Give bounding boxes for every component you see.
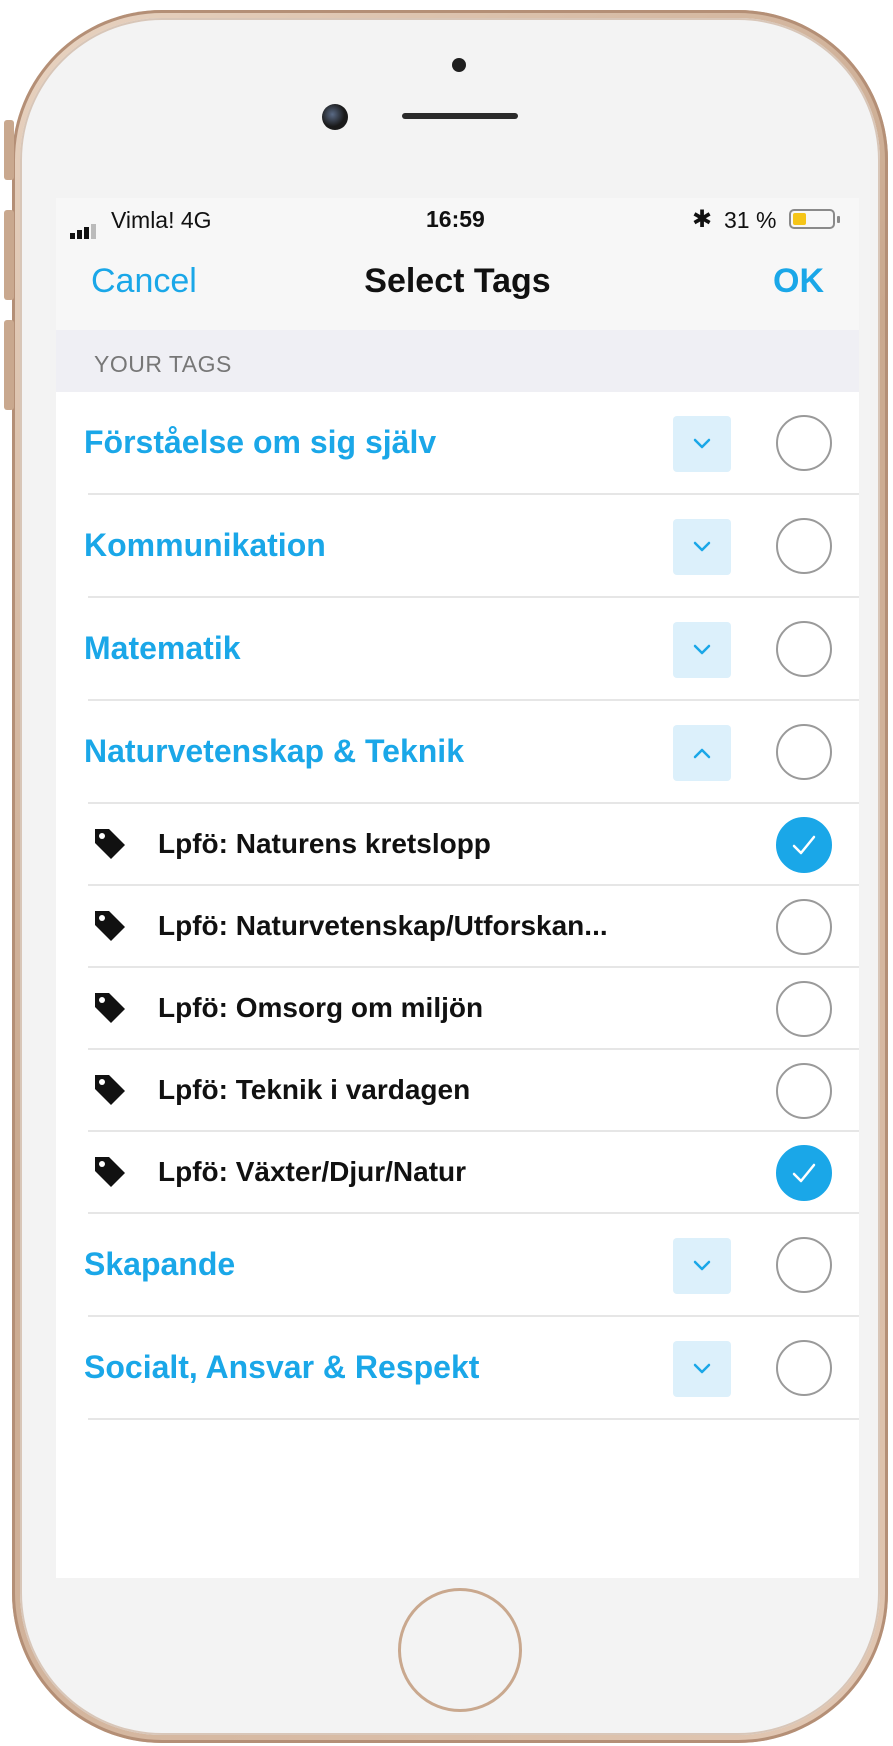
- tag-icon: [95, 993, 125, 1023]
- category-label: Socialt, Ansvar & Respekt: [84, 1349, 480, 1385]
- category-row[interactable]: Förståelse om sig själv: [56, 392, 859, 495]
- ok-button[interactable]: OK: [773, 262, 824, 301]
- section-header: YOUR TAGS: [56, 330, 859, 392]
- cancel-button[interactable]: Cancel: [91, 262, 197, 301]
- tag-icon: [95, 1157, 125, 1187]
- category-row[interactable]: Skapande: [56, 1214, 859, 1317]
- category-label: Naturvetenskap & Teknik: [84, 733, 464, 769]
- home-button[interactable]: [398, 1588, 522, 1712]
- expand-button[interactable]: [673, 519, 731, 575]
- select-checkbox-checked[interactable]: [776, 817, 832, 873]
- subtag-label: Lpfö: Teknik i vardagen: [158, 1074, 471, 1105]
- battery-tip: [837, 216, 840, 223]
- select-checkbox-checked[interactable]: [776, 1145, 832, 1201]
- category-row[interactable]: Matematik: [56, 598, 859, 701]
- subtag-row[interactable]: Lpfö: Teknik i vardagen: [56, 1050, 859, 1132]
- category-row[interactable]: Naturvetenskap & Teknik: [56, 701, 859, 804]
- select-checkbox[interactable]: [776, 724, 832, 780]
- category-row[interactable]: Socialt, Ansvar & Respekt: [56, 1317, 859, 1420]
- subtag-row[interactable]: Lpfö: Naturens kretslopp: [56, 804, 859, 886]
- select-checkbox[interactable]: [776, 415, 832, 471]
- subtag-label: Lpfö: Naturens kretslopp: [158, 828, 491, 859]
- select-checkbox[interactable]: [776, 981, 832, 1037]
- expand-button[interactable]: [673, 622, 731, 678]
- mute-switch: [4, 120, 14, 180]
- category-label: Förståelse om sig själv: [84, 424, 437, 460]
- signal-strength-icon: [70, 212, 98, 239]
- expand-button[interactable]: [673, 416, 731, 472]
- select-checkbox[interactable]: [776, 621, 832, 677]
- carrier-label: Vimla! 4G: [111, 207, 212, 233]
- volume-up-button: [4, 210, 14, 300]
- subtag-row[interactable]: Lpfö: Omsorg om miljön: [56, 968, 859, 1050]
- front-camera: [322, 104, 348, 130]
- volume-down-button: [4, 320, 14, 410]
- select-checkbox[interactable]: [776, 1063, 832, 1119]
- chevron-down-icon: [693, 1260, 711, 1271]
- app-screen: Vimla! 4G 16:59 ✱ 31 % Select Tags Cance…: [56, 198, 859, 1578]
- subtag-label: Lpfö: Naturvetenskap/Utforskan...: [158, 910, 608, 941]
- clock: 16:59: [426, 206, 485, 232]
- battery-icon: [789, 209, 835, 229]
- expand-button[interactable]: [673, 1341, 731, 1397]
- bluetooth-icon: ✱: [692, 206, 713, 233]
- chevron-down-icon: [693, 541, 711, 552]
- chevron-down-icon: [693, 644, 711, 655]
- tag-icon: [95, 829, 125, 859]
- subtag-label: Lpfö: Växter/Djur/Natur: [158, 1156, 467, 1187]
- select-checkbox[interactable]: [776, 518, 832, 574]
- collapse-button[interactable]: [673, 725, 731, 781]
- checkmark-icon: [792, 835, 816, 855]
- expand-button[interactable]: [673, 1238, 731, 1294]
- category-row[interactable]: Kommunikation: [56, 495, 859, 598]
- subtag-label: Lpfö: Omsorg om miljön: [158, 992, 484, 1023]
- tag-icon: [95, 1075, 125, 1105]
- chevron-down-icon: [693, 1363, 711, 1374]
- section-header-label: YOUR TAGS: [94, 351, 232, 377]
- navigation-bar: Select Tags Cancel OK: [56, 240, 859, 330]
- category-label: Skapande: [84, 1246, 236, 1282]
- chevron-up-icon: [693, 748, 711, 759]
- select-checkbox[interactable]: [776, 1340, 832, 1396]
- select-checkbox[interactable]: [776, 899, 832, 955]
- subtag-row[interactable]: Lpfö: Växter/Djur/Natur: [56, 1132, 859, 1214]
- subtag-row[interactable]: Lpfö: Naturvetenskap/Utforskan...: [56, 886, 859, 968]
- select-checkbox[interactable]: [776, 1237, 832, 1293]
- checkmark-icon: [792, 1163, 816, 1183]
- battery-percentage: 31 %: [724, 207, 777, 233]
- earpiece-speaker: [402, 113, 518, 119]
- status-bar: Vimla! 4G 16:59 ✱ 31 %: [56, 198, 859, 240]
- tag-icon: [95, 911, 125, 941]
- chevron-down-icon: [693, 438, 711, 449]
- category-label: Kommunikation: [84, 527, 326, 563]
- proximity-sensor: [452, 58, 466, 72]
- tag-list: Förståelse om sig själv Kommunikation Ma…: [56, 392, 859, 1420]
- category-label: Matematik: [84, 630, 241, 666]
